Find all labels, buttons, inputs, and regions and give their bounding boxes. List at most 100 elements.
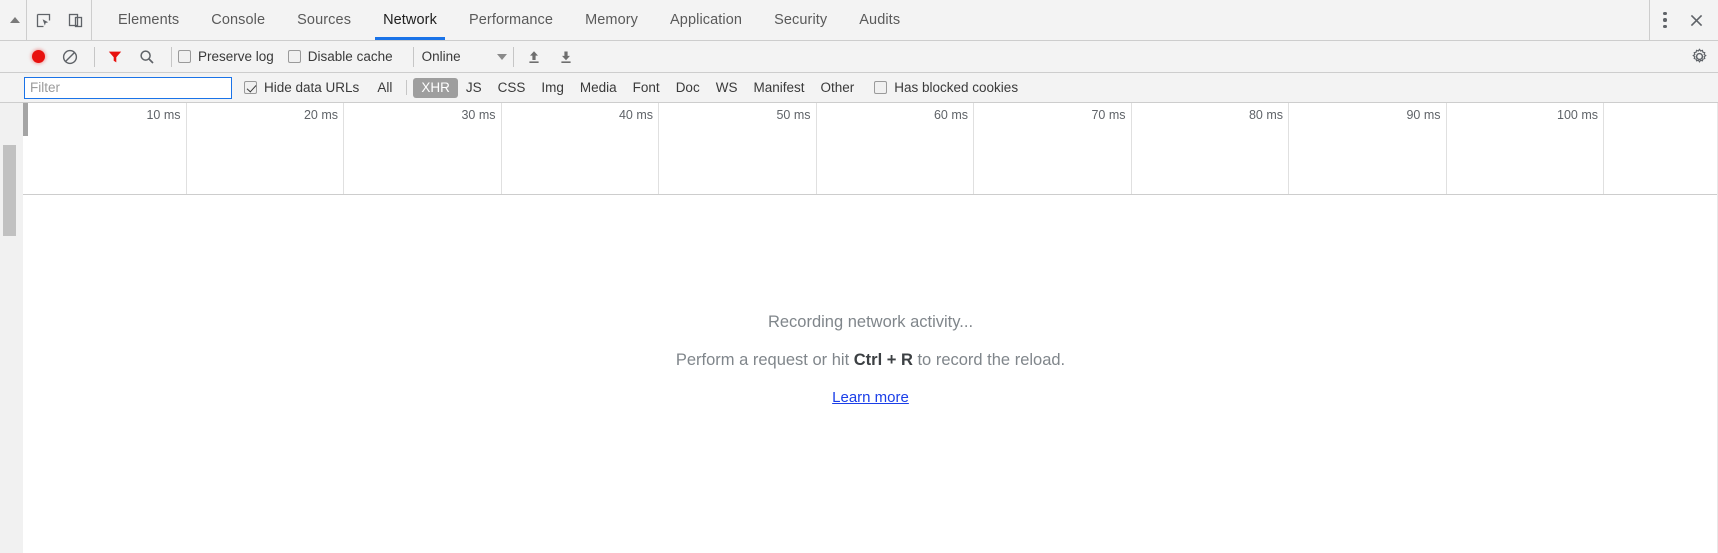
chip-label: Manifest bbox=[753, 79, 805, 95]
chip-font[interactable]: Font bbox=[625, 78, 668, 98]
chip-xhr[interactable]: XHR bbox=[413, 77, 458, 98]
chip-other[interactable]: Other bbox=[812, 78, 862, 98]
disable-cache-checkbox[interactable]: Disable cache bbox=[287, 49, 393, 64]
chip-label: WS bbox=[715, 79, 738, 95]
has-blocked-cookies-box bbox=[874, 81, 888, 94]
chip-doc[interactable]: Doc bbox=[668, 78, 708, 98]
empty-state-subtitle: Perform a request or hit Ctrl + R to rec… bbox=[676, 351, 1065, 370]
chip-label: JS bbox=[465, 79, 482, 95]
chip-css[interactable]: CSS bbox=[490, 78, 534, 98]
devtools-window: Elements Console Sources Network Perform… bbox=[0, 0, 1718, 553]
tab-label: Console bbox=[211, 12, 266, 28]
empty-state-text-before: Perform a request or hit bbox=[675, 351, 854, 369]
timeline-tick-label: 10 ms bbox=[146, 108, 181, 122]
close-icon[interactable] bbox=[1680, 0, 1712, 41]
tab-sources[interactable]: Sources bbox=[281, 0, 367, 40]
empty-state-text-after: to record the reload. bbox=[912, 351, 1066, 369]
timeline-divider bbox=[343, 103, 344, 194]
chip-all[interactable]: All bbox=[369, 78, 400, 98]
left-scrollbar-gutter[interactable] bbox=[0, 103, 23, 553]
search-icon[interactable] bbox=[133, 43, 161, 71]
tab-console[interactable]: Console bbox=[195, 0, 281, 40]
network-overview-timeline[interactable]: 10 ms 20 ms 30 ms 40 ms 50 ms 60 ms 70 ms 80 ms… bbox=[23, 103, 1718, 195]
preserve-log-checkbox[interactable]: Preserve log bbox=[178, 49, 274, 64]
chip-manifest[interactable]: Manifest bbox=[745, 78, 812, 98]
tab-label: Application bbox=[670, 12, 743, 28]
learn-more-link[interactable]: Learn more bbox=[832, 389, 909, 406]
inspect-element-icon[interactable] bbox=[27, 0, 59, 41]
timeline-divider bbox=[185, 103, 187, 194]
toolbar-divider-1 bbox=[94, 46, 95, 67]
preserve-log-label: Preserve log bbox=[198, 49, 274, 64]
tab-application[interactable]: Application bbox=[654, 0, 758, 40]
tab-elements[interactable]: Elements bbox=[102, 0, 195, 40]
chip-media[interactable]: Media bbox=[572, 78, 625, 98]
timeline-tick-label: 50 ms bbox=[776, 108, 811, 122]
throttling-dropdown[interactable]: Online bbox=[422, 49, 507, 64]
scroll-up-icon[interactable] bbox=[4, 0, 26, 41]
chip-js[interactable]: JS bbox=[458, 78, 490, 98]
timeline-tick-label: 80 ms bbox=[1248, 108, 1283, 122]
toolbar-divider-3 bbox=[412, 46, 414, 67]
timeline-divider bbox=[973, 103, 974, 194]
network-toolbar: Preserve log Disable cache Online bbox=[0, 41, 1718, 73]
device-toolbar-icon[interactable] bbox=[59, 0, 91, 41]
filter-funnel-icon[interactable] bbox=[101, 43, 129, 71]
tabbar-divider-2 bbox=[91, 0, 92, 41]
tab-audits[interactable]: Audits bbox=[843, 0, 916, 40]
tab-label: Elements bbox=[118, 12, 180, 28]
overview-left-handle[interactable] bbox=[23, 103, 28, 136]
tabbar-right-controls bbox=[1649, 0, 1718, 41]
timeline-divider bbox=[1445, 103, 1447, 194]
empty-state-title: Recording network activity... bbox=[767, 313, 974, 331]
has-blocked-cookies-checkbox[interactable]: Has blocked cookies bbox=[874, 80, 1018, 95]
gear-icon[interactable] bbox=[1684, 43, 1714, 71]
timeline-tick-label: 70 ms bbox=[1091, 108, 1126, 122]
tab-memory[interactable]: Memory bbox=[569, 0, 654, 40]
record-button-icon[interactable] bbox=[24, 43, 52, 71]
network-main-column: 10 ms 20 ms 30 ms 40 ms 50 ms 60 ms 70 ms 80 ms… bbox=[23, 103, 1718, 553]
tab-label: Network bbox=[383, 12, 437, 28]
filter-input[interactable] bbox=[24, 76, 232, 99]
timeline-divider bbox=[658, 103, 659, 194]
panel-tabs: Elements Console Sources Network Perform… bbox=[102, 0, 916, 40]
tab-security[interactable]: Security bbox=[758, 0, 843, 40]
three-dot-menu-icon[interactable] bbox=[1650, 0, 1680, 41]
clear-icon[interactable] bbox=[56, 43, 84, 71]
timeline-tick-label: 20 ms bbox=[303, 108, 338, 122]
tab-performance[interactable]: Performance bbox=[453, 0, 569, 40]
network-empty-state: Recording network activity... Perform a … bbox=[23, 195, 1718, 553]
timeline-tick-label: 90 ms bbox=[1406, 108, 1441, 122]
chevron-down-icon bbox=[496, 53, 507, 60]
chip-label: Font bbox=[632, 79, 660, 95]
timeline-tick-label: 30 ms bbox=[461, 108, 496, 122]
tab-label: Performance bbox=[468, 12, 554, 28]
import-har-icon[interactable] bbox=[520, 43, 548, 71]
tabbar-left-controls bbox=[0, 0, 92, 41]
hide-data-urls-checkbox[interactable]: Hide data URLs bbox=[244, 80, 359, 95]
timeline-divider bbox=[500, 103, 502, 194]
chip-ws[interactable]: WS bbox=[708, 78, 746, 98]
chip-divider bbox=[406, 80, 408, 95]
chip-label: All bbox=[377, 79, 393, 95]
chip-label: XHR bbox=[421, 79, 450, 95]
shortcut-key: Ctrl + R bbox=[853, 351, 913, 369]
chip-label: Img bbox=[541, 79, 564, 95]
chip-img[interactable]: Img bbox=[533, 78, 572, 98]
chip-label: CSS bbox=[497, 79, 526, 95]
timeline-tick-label: 40 ms bbox=[618, 108, 653, 122]
tab-label: Audits bbox=[859, 12, 901, 28]
scrollbar-thumb[interactable] bbox=[3, 145, 16, 236]
tab-network[interactable]: Network bbox=[367, 0, 453, 40]
timeline-tick-label: 100 ms bbox=[1557, 108, 1598, 122]
export-har-icon[interactable] bbox=[552, 43, 580, 71]
tab-label: Sources bbox=[297, 12, 352, 28]
tab-label: Security bbox=[774, 12, 828, 28]
timeline-divider bbox=[815, 103, 817, 194]
chip-label: Other bbox=[820, 79, 855, 95]
preserve-log-box bbox=[178, 50, 191, 63]
hide-data-urls-box bbox=[244, 81, 257, 94]
disable-cache-label: Disable cache bbox=[307, 49, 393, 64]
timeline-tick-label: 60 ms bbox=[933, 108, 968, 122]
network-filter-bar: Hide data URLs All XHR JS CSS Img Media … bbox=[0, 73, 1718, 103]
